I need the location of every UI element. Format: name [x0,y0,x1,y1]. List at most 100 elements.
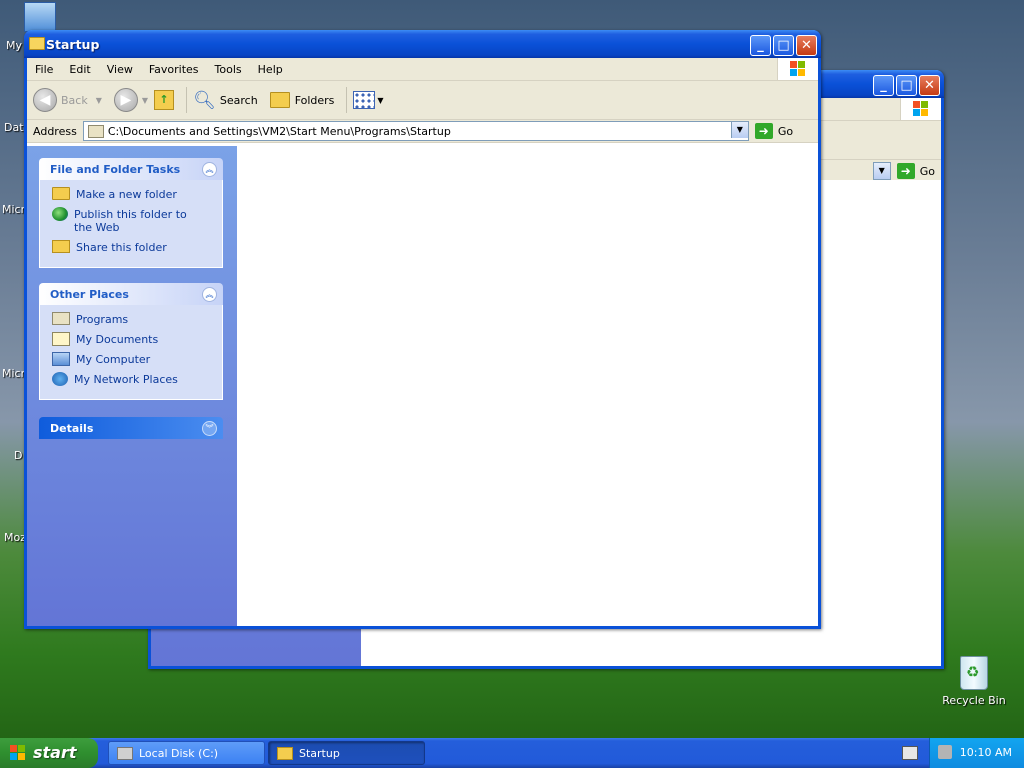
start-button[interactable]: start [0,738,98,768]
views-button[interactable]: ▼ [353,91,384,109]
my-network-places-label: My Network Places [74,373,178,386]
my-computer-icon [52,352,70,366]
address-dropdown-icon[interactable]: ▼ [730,122,748,138]
file-folder-tasks-panel: File and Folder Tasks ︽ Make a new folde… [39,158,223,268]
network-places-icon [52,372,68,386]
back-maximize-button[interactable]: □ [896,75,917,96]
desktop-icon-label-1: My [6,39,23,52]
share-folder-link[interactable]: Share this folder [52,240,222,254]
desktop-icon-label-5: D [14,449,23,462]
other-places-body: Programs My Documents My Computer My Net… [39,305,223,400]
menu-tools[interactable]: Tools [207,63,250,76]
publish-folder-link[interactable]: Publish this folder to the Web [52,207,222,234]
menu-favorites[interactable]: Favorites [141,63,207,76]
back-label: Back [61,93,88,107]
back-close-button[interactable]: ✕ [919,75,940,96]
system-tray: 10:10 AM [929,738,1024,768]
taskbar-item-label: Startup [299,746,340,760]
back-address-dropdown-icon[interactable]: ▼ [872,162,891,180]
keyboard-icon[interactable] [902,746,918,760]
address-label: Address [33,124,77,138]
file-list-area[interactable] [237,146,818,626]
address-input[interactable]: C:\Documents and Settings\VM2\Start Menu… [82,121,749,141]
back-go-button[interactable]: ➜ Go [896,163,935,179]
publish-folder-label: Publish this folder to the Web [74,208,187,234]
other-places-header[interactable]: Other Places ︽ [39,283,223,305]
my-documents-link[interactable]: My Documents [52,332,222,346]
task-pane: File and Folder Tasks ︽ Make a new folde… [27,146,237,626]
back-minimize-button[interactable]: _ [873,75,894,96]
menu-view[interactable]: View [99,63,141,76]
my-network-places-link[interactable]: My Network Places [52,372,222,386]
taskbar-item-local-disk[interactable]: Local Disk (C:) [108,741,265,765]
windows-logo-icon [900,98,941,120]
desktop-icon-label-4: Micr [2,367,26,380]
other-places-title: Other Places [50,288,129,301]
menu-help[interactable]: Help [250,63,291,76]
maximize-button[interactable]: □ [773,35,794,56]
my-documents-icon [52,332,70,346]
startup-window[interactable]: Startup _ □ ✕ File Edit View Favorites T… [24,30,821,629]
back-dropdown-icon[interactable]: ▼ [96,96,102,105]
taskbar-item-startup[interactable]: Startup [268,741,425,765]
desktop-icon-label-2: Dat [4,121,24,134]
share-folder-icon [52,240,70,253]
clock[interactable]: 10:10 AM [960,746,1012,759]
programs-link[interactable]: Programs [52,312,222,326]
desktop-icon-my-computer[interactable] [24,2,56,32]
search-button[interactable]: 🔍︎ Search [193,90,258,111]
search-icon: 🔍︎ [193,89,216,111]
programs-folder-icon [52,312,70,325]
details-panel: Details ︾ [39,417,223,439]
publish-web-icon [52,207,68,221]
go-button[interactable]: ➜ Go [754,123,793,139]
details-header[interactable]: Details ︾ [39,417,223,439]
folders-button[interactable]: Folders [269,92,335,108]
folders-label: Folders [294,93,335,107]
forward-button[interactable]: ▶ ▼ [113,88,148,112]
start-label: start [33,743,77,762]
go-arrow-icon: ➜ [754,123,773,139]
recycle-bin-icon[interactable]: Recycle Bin [942,656,1006,707]
forward-dropdown-icon[interactable]: ▼ [142,96,148,105]
menubar: File Edit View Favorites Tools Help [27,58,818,81]
my-computer-link[interactable]: My Computer [52,352,222,366]
window-content: File and Folder Tasks ︽ Make a new folde… [27,146,818,626]
recycle-bin-label: Recycle Bin [942,694,1006,707]
details-title: Details [50,422,94,435]
network-tray-icon[interactable] [938,745,952,759]
drive-icon [117,746,133,760]
back-button[interactable]: ◀ Back ▼ [33,88,102,112]
folders-icon [269,92,290,108]
back-arrow-icon: ◀ [33,88,57,112]
close-button[interactable]: ✕ [796,35,817,56]
new-folder-icon [52,187,70,200]
window-titlebar[interactable]: Startup _ □ ✕ [24,30,821,58]
up-folder-button[interactable]: ↑ [154,90,175,110]
minimize-button[interactable]: _ [750,35,771,56]
address-bar: Address C:\Documents and Settings\VM2\St… [27,120,818,143]
programs-label: Programs [76,313,129,326]
expand-chevron-icon[interactable]: ︾ [202,421,217,436]
folder-icon [29,37,45,50]
taskbar: start Local Disk (C:) Startup 10:10 AM [0,738,1024,768]
up-folder-icon: ↑ [154,90,175,110]
make-new-folder-link[interactable]: Make a new folder [52,187,222,201]
forward-arrow-icon: ▶ [113,88,138,112]
file-folder-tasks-body: Make a new folder Publish this folder to… [39,180,223,268]
taskbar-item-label: Local Disk (C:) [139,746,219,760]
back-go-label: Go [919,164,935,178]
toolbar-separator-2 [346,87,348,113]
my-documents-label: My Documents [76,333,159,346]
address-folder-icon [87,124,104,138]
collapse-chevron-icon[interactable]: ︽ [202,287,217,302]
file-folder-tasks-header[interactable]: File and Folder Tasks ︽ [39,158,223,180]
my-computer-label: My Computer [76,353,151,366]
collapse-chevron-icon[interactable]: ︽ [202,162,217,177]
toolbar-separator [186,87,188,113]
menu-edit[interactable]: Edit [61,63,98,76]
menu-file[interactable]: File [27,63,61,76]
go-arrow-icon: ➜ [896,163,915,179]
toolbar: ◀ Back ▼ ▶ ▼ ↑ 🔍︎ Search Folders ▼ [27,81,818,120]
views-dropdown-icon: ▼ [377,95,384,105]
